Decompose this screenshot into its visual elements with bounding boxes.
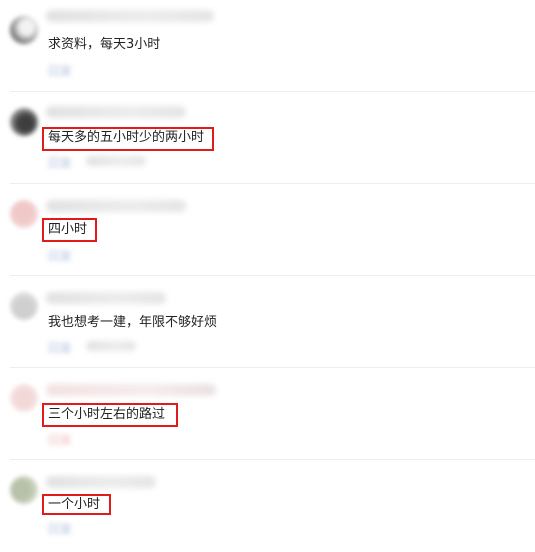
reply-link[interactable]: 回复 [48,520,72,536]
reply-link[interactable]: 回复 [48,339,72,355]
comment-text: 四小时 [48,222,88,237]
comment-item: 每天多的五小时少的两小时 回复 [0,92,535,184]
comment-meta-blurred [46,384,216,396]
comment-item: 求资料，每天3小时 回复 [0,0,535,92]
comment-meta-blurred [46,292,166,304]
comment-item: 三个小时左右的路过 回复 [0,368,535,460]
comment-item: 一个小时 回复 [0,460,535,552]
comment-meta-blurred [46,200,186,212]
reply-link[interactable]: 回复 [48,247,72,263]
user-avatar[interactable] [10,292,38,320]
comment-list: 求资料，每天3小时 回复 每天多的五小时少的两小时 回复 四小时 回复 我也想考… [0,0,535,536]
reply-link[interactable]: 回复 [48,62,72,78]
user-avatar[interactable] [10,384,38,412]
comment-text: 三个小时左右的路过 [48,407,166,422]
user-avatar[interactable] [10,476,38,504]
comment-text: 我也想考一建，年限不够好烦 [48,315,218,330]
comment-text: 求资料，每天3小时 [48,37,161,52]
comment-text: 每天多的五小时少的两小时 [48,130,205,145]
comment-item: 四小时 回复 [0,184,535,276]
comment-item: 我也想考一建，年限不够好烦 回复 [0,276,535,368]
user-avatar[interactable] [10,108,38,136]
user-avatar[interactable] [10,16,38,44]
reply-count-blurred [86,156,146,166]
reply-count-blurred [86,341,136,351]
reply-link[interactable]: 回复 [48,154,72,170]
user-avatar[interactable] [10,200,38,228]
comment-meta-blurred [46,476,156,488]
comment-text: 一个小时 [48,497,101,512]
comment-meta-blurred [46,106,186,118]
reply-link[interactable]: 回复 [48,431,72,447]
comment-meta-blurred [46,10,214,22]
